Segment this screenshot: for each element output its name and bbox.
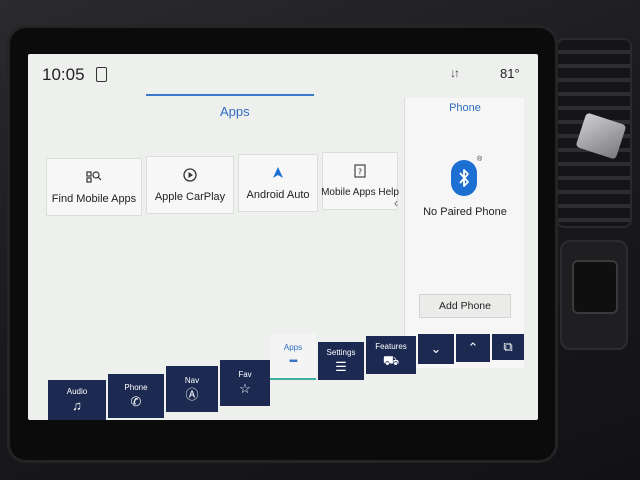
tile-find-mobile-apps[interactable]: Find Mobile Apps: [46, 158, 142, 216]
tile-android-auto[interactable]: Android Auto: [238, 154, 318, 212]
star-icon: ☆: [239, 381, 251, 396]
clock: 10:05: [42, 65, 85, 84]
tile-mobile-apps-help[interactable]: ? Mobile Apps Help: [321, 152, 399, 210]
bottom-nav: Audio ♫ Phone ✆ Nav Ⓐ Fav ☆ Apps ▪▪▪ Set…: [28, 334, 538, 420]
nav-label: Nav: [184, 376, 200, 385]
chevron-up-icon: ⌃: [467, 340, 479, 355]
help-icon: ?: [350, 161, 370, 181]
side-control-button: [572, 260, 618, 314]
tile-label: Mobile Apps Help: [321, 187, 399, 198]
nav-fav[interactable]: Fav ☆: [220, 360, 270, 406]
nav-label: Features: [375, 342, 407, 351]
find-apps-icon: [84, 167, 104, 187]
svg-text:?: ?: [358, 168, 362, 177]
carplay-icon: [180, 165, 200, 185]
android-auto-icon: [268, 163, 288, 183]
chevron-down-icon: ⌄: [430, 341, 442, 356]
phone-status: No Paired Phone: [423, 206, 507, 218]
nav-label: Phone: [124, 383, 148, 392]
phone-panel: Phone ® No Paired Phone Add Phone: [404, 98, 524, 368]
temperature: 81°: [500, 66, 520, 81]
window-icon: ⧉: [503, 339, 513, 354]
sliders-icon: ☰: [335, 359, 347, 374]
nav-features[interactable]: Features ⛟: [366, 336, 416, 374]
music-note-icon: ♫: [72, 398, 82, 413]
infotainment-screen: 10:05 ↓↑ 81° Apps Find Mobile Apps Apple…: [28, 54, 538, 420]
tile-label: Android Auto: [246, 189, 310, 201]
phone-status-icon: [96, 67, 107, 82]
nav-audio[interactable]: Audio ♫: [48, 380, 106, 420]
navigation-icon: Ⓐ: [185, 387, 199, 402]
phone-title: Phone: [449, 102, 481, 114]
phone-icon: ✆: [130, 394, 142, 409]
bluetooth-icon: [451, 160, 477, 196]
apps-panel: Apps Find Mobile Apps Apple CarPlay Andr…: [28, 94, 408, 334]
tile-label: Apple CarPlay: [154, 191, 226, 203]
truck-icon: ⛟: [382, 353, 400, 368]
add-phone-button[interactable]: Add Phone: [419, 294, 511, 318]
nav-phone[interactable]: Phone ✆: [108, 374, 164, 418]
grid-icon: ▪▪▪: [289, 356, 298, 367]
nav-navigation[interactable]: Nav Ⓐ: [166, 366, 218, 412]
tile-label: Find Mobile Apps: [51, 193, 137, 205]
apps-tab-indicator: [146, 94, 314, 96]
nav-down-button[interactable]: ⌄: [418, 334, 454, 364]
apps-title: Apps: [220, 104, 250, 119]
status-bar: 10:05 ↓↑ 81°: [28, 54, 538, 94]
nav-label: Audio: [66, 387, 88, 396]
collapse-chevron-icon[interactable]: ‹: [394, 196, 398, 210]
nav-settings[interactable]: Settings ☰: [318, 342, 364, 380]
nav-label: Fav: [238, 370, 252, 379]
registered-mark: ®: [477, 156, 483, 163]
nav-label: Settings: [326, 348, 356, 357]
tile-apple-carplay[interactable]: Apple CarPlay: [146, 156, 234, 214]
nav-label: Apps: [283, 343, 303, 352]
nav-window-button[interactable]: ⧉: [492, 334, 524, 360]
nav-up-button[interactable]: ⌃: [456, 334, 490, 362]
signal-icon: ↓↑: [450, 66, 460, 80]
nav-apps[interactable]: Apps ▪▪▪: [270, 334, 316, 380]
